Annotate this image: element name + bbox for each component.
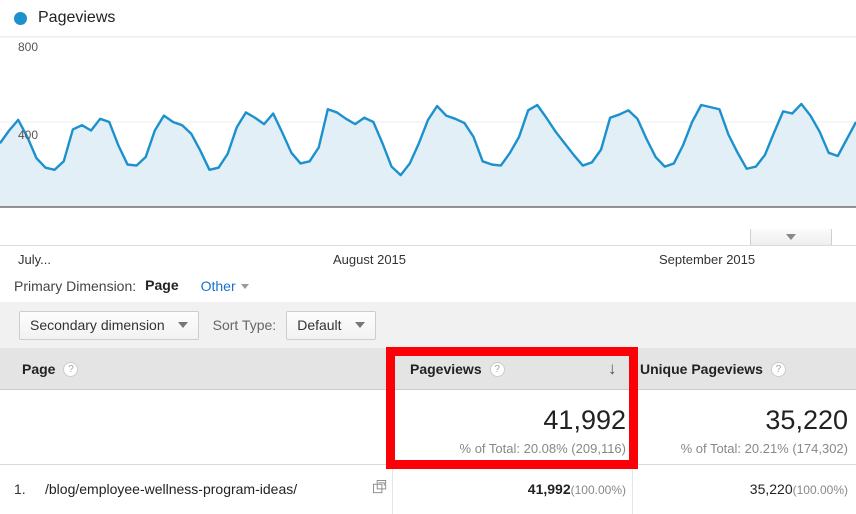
table-summary-row: 41,992 % of Total: 20.08% (209,116) 35,2… xyxy=(0,390,856,507)
column-header-page-label: Page xyxy=(22,361,56,377)
help-icon[interactable]: ? xyxy=(489,361,505,377)
row-pageviews-cell: 41,992(100.00%) xyxy=(392,481,626,497)
chevron-down-icon xyxy=(177,322,188,328)
primary-dimension-other-link[interactable]: Other xyxy=(201,278,249,294)
x-axis-tick-july: July... xyxy=(18,252,51,267)
column-header-pageviews-label: Pageviews xyxy=(410,361,482,377)
help-icon[interactable]: ? xyxy=(63,361,79,377)
primary-dimension-label: Primary Dimension: xyxy=(14,277,137,294)
help-icon[interactable]: ? xyxy=(770,361,786,377)
column-header-pageviews[interactable]: Pageviews ? xyxy=(410,348,505,390)
row-pageviews-percent: (100.00%) xyxy=(570,483,626,497)
sort-type-label: Sort Type: xyxy=(212,317,277,333)
chart-expand-button[interactable] xyxy=(750,229,832,246)
row-index: 1. xyxy=(14,481,26,497)
summary-unique-pageviews-value: 35,220 xyxy=(765,405,848,435)
row-unique-pageviews-percent: (100.00%) xyxy=(792,483,848,497)
row-page-link[interactable]: /blog/employee-wellness-program-ideas/ xyxy=(45,481,297,497)
summary-pageviews-value: 41,992 xyxy=(543,405,626,435)
table-controls-bar: Secondary dimension Sort Type: Default xyxy=(0,302,856,348)
pageviews-legend-dot xyxy=(14,11,27,25)
secondary-dimension-dropdown[interactable]: Secondary dimension xyxy=(19,310,199,340)
chart-legend: Pageviews xyxy=(0,0,856,37)
sort-type-dropdown[interactable]: Default xyxy=(286,310,376,340)
summary-unique-pageviews-cell: 35,220 % of Total: 20.21% (174,302) xyxy=(640,390,848,465)
x-axis-tick-august: August 2015 xyxy=(333,252,407,267)
summary-pageviews-cell: 41,992 % of Total: 20.08% (209,116) xyxy=(392,390,626,465)
row-unique-pageviews-value: 35,220 xyxy=(749,481,793,497)
other-label: Other xyxy=(200,277,236,294)
table-row[interactable]: 1. /blog/employee-wellness-program-ideas… xyxy=(0,465,856,514)
primary-dimension-bar: Primary Dimension: Page Other xyxy=(0,269,856,302)
row-pageviews-value: 41,992 xyxy=(527,481,571,497)
column-header-unique-pageviews[interactable]: Unique Pageviews ? xyxy=(640,348,786,390)
sort-descending-icon[interactable]: ↓ xyxy=(608,360,617,377)
primary-dimension-page-tab[interactable]: Page xyxy=(145,277,178,295)
chevron-down-icon xyxy=(786,234,796,240)
column-divider xyxy=(632,465,633,514)
row-unique-pageviews-cell: 35,220(100.00%) xyxy=(640,481,848,497)
chevron-down-icon xyxy=(354,322,365,328)
sort-type-value: Default xyxy=(297,317,342,333)
x-axis-tick-september: September 2015 xyxy=(659,252,756,267)
chevron-down-icon xyxy=(240,283,249,289)
analytics-pageviews-report: Pageviews 800 400 July... August 2015 Se… xyxy=(0,0,856,514)
open-in-new-icon[interactable] xyxy=(373,480,388,495)
y-axis-tick-400: 400 xyxy=(18,128,39,142)
section-divider xyxy=(0,245,856,246)
chart-plot-area xyxy=(0,37,856,208)
report-table: Page ? Pageviews ? ↓ Unique Pageviews ? … xyxy=(0,348,856,514)
table-header-row: Page ? Pageviews ? ↓ Unique Pageviews ? xyxy=(0,348,856,390)
legend-label: Pageviews xyxy=(38,9,116,26)
summary-unique-pageviews-subtext: % of Total: 20.21% (174,302) xyxy=(680,441,848,456)
pageviews-timeline-chart[interactable]: 800 400 xyxy=(0,37,856,245)
summary-pageviews-subtext: % of Total: 20.08% (209,116) xyxy=(459,441,626,456)
column-header-page[interactable]: Page ? xyxy=(22,348,79,390)
column-header-unique-pageviews-label: Unique Pageviews xyxy=(640,361,763,377)
secondary-dimension-label: Secondary dimension xyxy=(30,317,165,333)
y-axis-tick-800: 800 xyxy=(18,40,39,54)
